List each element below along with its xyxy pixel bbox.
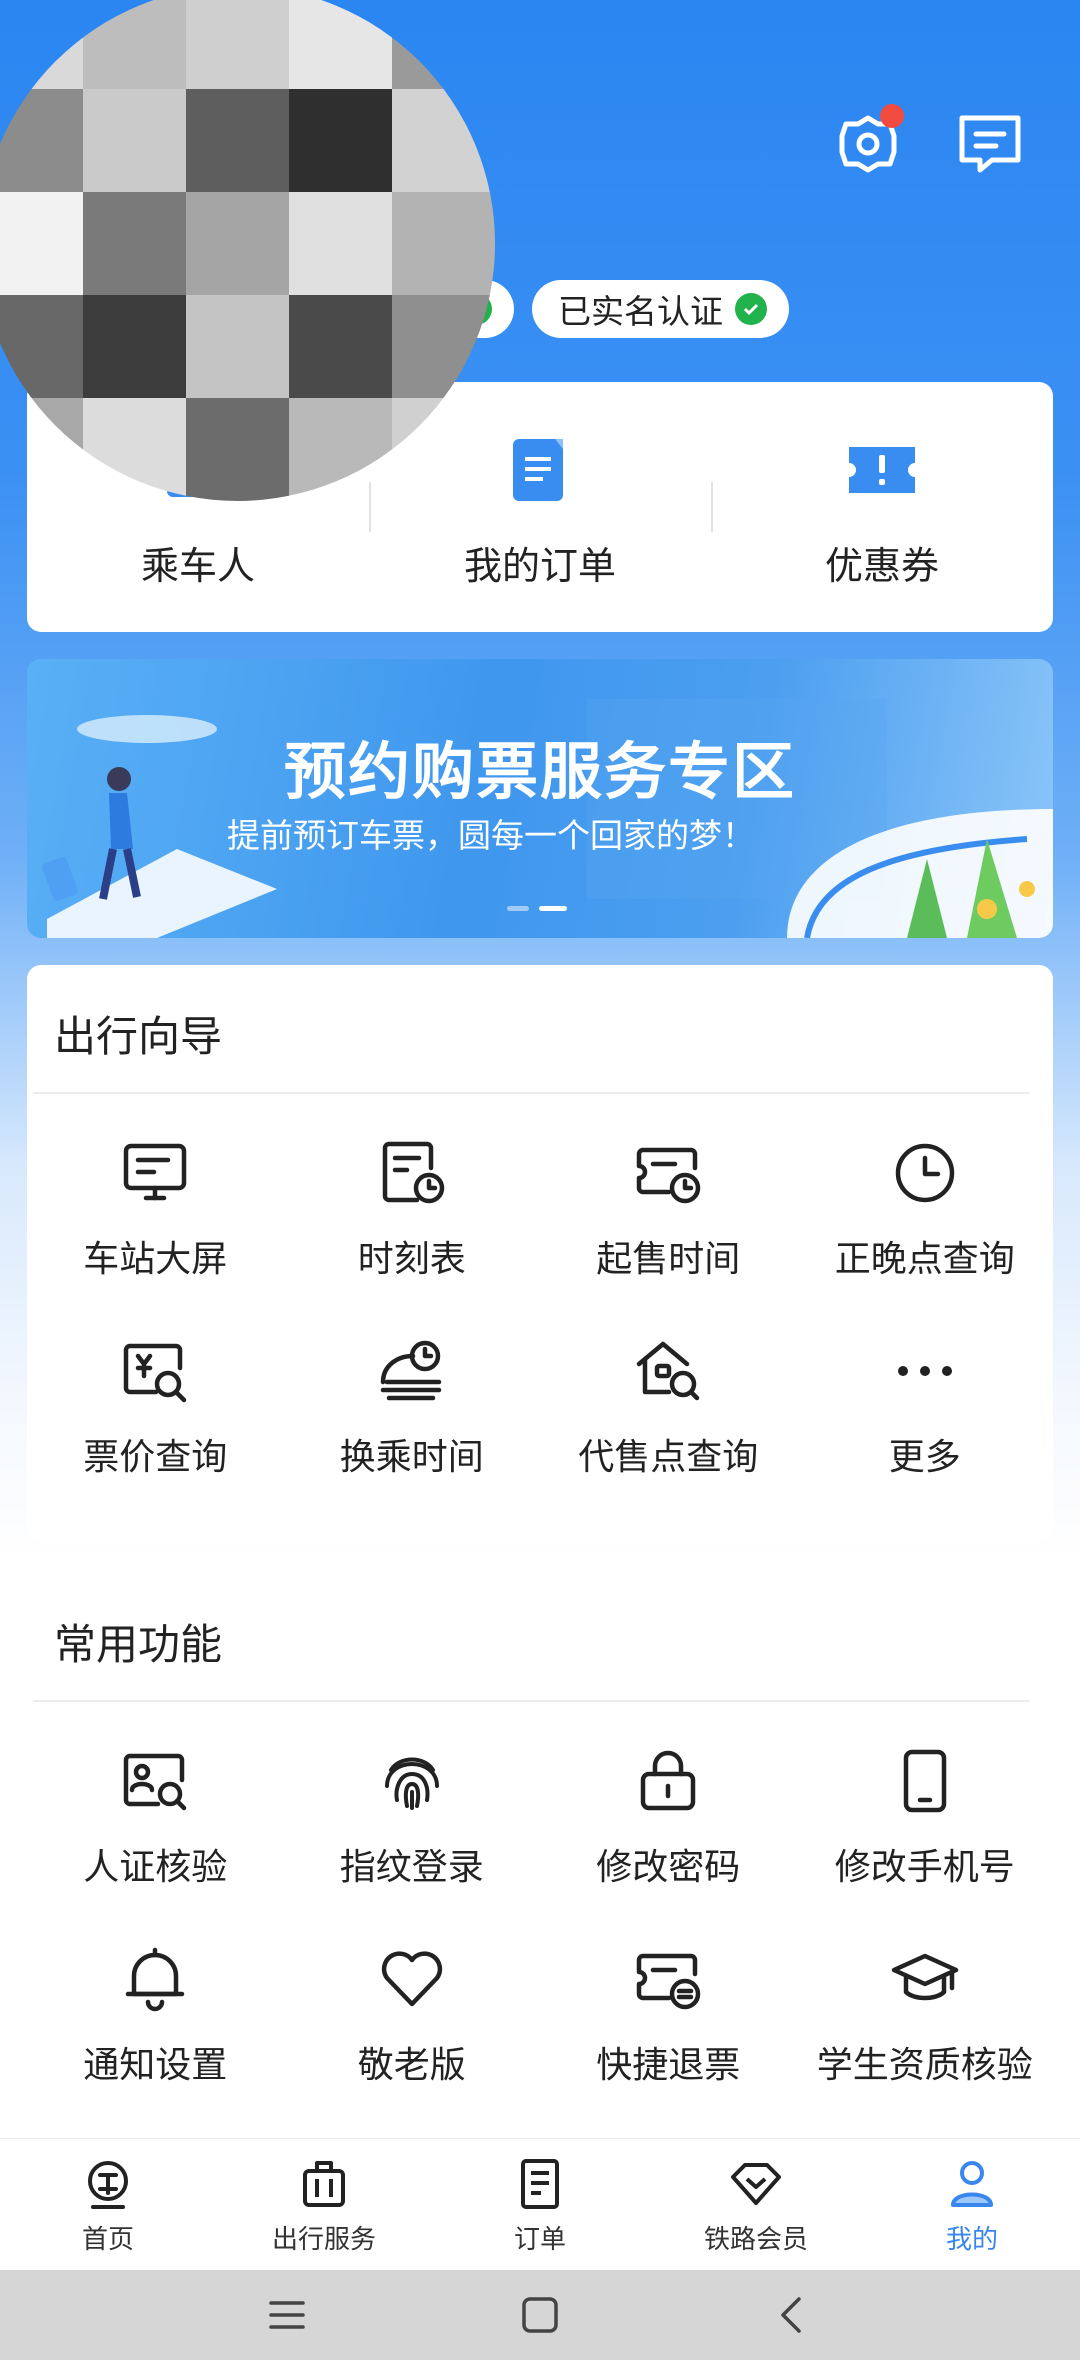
- tab-label: 铁路会员: [703, 2225, 808, 2255]
- grid-label: 修改密码: [596, 1847, 741, 1888]
- luggage-icon: [303, 2161, 345, 2207]
- grid-label: 换乘时间: [339, 1437, 484, 1478]
- grid-label: 起售时间: [596, 1239, 741, 1280]
- carousel-indicator: [507, 906, 567, 911]
- diamond-icon: [731, 2163, 781, 2205]
- tab-label: 我的: [945, 2225, 998, 2255]
- sale-time-icon: [637, 1147, 701, 1204]
- tab-label: 首页: [81, 2225, 134, 2255]
- coupon-icon: [849, 447, 915, 493]
- grid-label: 通知设置: [83, 2045, 228, 2086]
- system-navigation-bar: [0, 2270, 1080, 2360]
- common-functions-section: 常用功能 人证核验 指纹登录 修改密码 修改手机号 通知设置 敬老版 快捷退票 …: [27, 1573, 1053, 2153]
- id-verify-button[interactable]: 人证核验: [27, 1700, 284, 1898]
- order-icon: [521, 2159, 559, 2209]
- tab-travel-services[interactable]: 出行服务: [216, 2139, 432, 2270]
- tab-home[interactable]: 首页: [0, 2139, 216, 2270]
- grid-label: 车站大屏: [83, 1239, 228, 1280]
- more-icon: [897, 1366, 952, 1376]
- back-icon[interactable]: [771, 2293, 815, 2337]
- home-train-icon: [88, 2161, 128, 2209]
- heart-icon: [381, 1951, 442, 2007]
- message-icon[interactable]: [954, 108, 1026, 180]
- tab-mine[interactable]: 我的: [864, 2139, 1080, 2270]
- person-icon: [951, 2161, 993, 2207]
- elderly-mode-button[interactable]: 敬老版: [284, 1898, 541, 2096]
- home-square-icon[interactable]: [518, 2293, 562, 2337]
- order-doc-icon: [513, 439, 563, 501]
- station-screen-icon: [124, 1143, 187, 1201]
- quick-label: 优惠券: [824, 544, 939, 588]
- quick-label: 我的订单: [463, 544, 616, 588]
- clock-icon: [895, 1143, 954, 1203]
- refund-ticket-icon: [637, 1953, 701, 2010]
- tab-railway-membership[interactable]: 铁路会员: [648, 2139, 864, 2270]
- transfer-time-button[interactable]: 换乘时间: [284, 1290, 541, 1488]
- student-verify-button[interactable]: 学生资质核验: [797, 1898, 1054, 2096]
- punctuality-query-button[interactable]: 正晚点查询: [797, 1092, 1054, 1290]
- tab-orders[interactable]: 订单: [432, 2139, 648, 2270]
- change-phone-button[interactable]: 修改手机号: [797, 1700, 1054, 1898]
- grid-label: 代售点查询: [578, 1437, 759, 1478]
- graduation-cap-icon: [891, 1953, 958, 2001]
- timetable-icon: [382, 1141, 444, 1204]
- coupon-button[interactable]: 优惠券: [711, 431, 1053, 590]
- transfer-time-icon: [380, 1340, 441, 1401]
- station-screen-button[interactable]: 车站大屏: [27, 1092, 284, 1290]
- grid-label: 更多: [888, 1437, 961, 1478]
- fingerprint-login-button[interactable]: 指纹登录: [284, 1700, 541, 1898]
- notification-settings-button[interactable]: 通知设置: [27, 1898, 284, 2096]
- fare-search-icon: [124, 1343, 187, 1403]
- fingerprint-icon: [384, 1757, 439, 1810]
- agency-query-button[interactable]: 代售点查询: [540, 1290, 797, 1488]
- menu-icon[interactable]: [265, 2293, 309, 2337]
- bell-icon: [126, 1947, 185, 2012]
- tab-label: 出行服务: [271, 2225, 376, 2255]
- settings-icon[interactable]: [832, 104, 904, 180]
- phone-icon: [903, 1749, 946, 1813]
- grid-label: 票价查询: [83, 1437, 228, 1478]
- grid-label: 人证核验: [83, 1847, 228, 1888]
- my-orders-button[interactable]: 我的订单: [369, 431, 711, 590]
- id-verify-icon: [124, 1753, 187, 1811]
- check-icon: [735, 293, 767, 325]
- promo-banner[interactable]: 预约购票服务专区 提前预订车票，圆每一个回家的梦！: [27, 659, 1053, 938]
- banner-title: 预约购票服务专区: [283, 735, 796, 808]
- bottom-tab-bar: 首页 出行服务 订单 铁路会员 我的: [0, 2138, 1080, 2270]
- more-button[interactable]: 更多: [797, 1290, 1054, 1488]
- quick-label: 乘车人: [140, 544, 255, 588]
- grid-label: 正晚点查询: [834, 1239, 1015, 1280]
- grid-label: 修改手机号: [834, 1847, 1015, 1888]
- agency-search-icon: [637, 1341, 700, 1401]
- fare-query-button[interactable]: 票价查询: [27, 1290, 284, 1488]
- lock-icon: [641, 1750, 696, 1811]
- travel-guide-section: 出行向导 车站大屏 时刻表 起售时间 正晚点查询 票价查询 换乘时间 代售点查询…: [27, 965, 1053, 1540]
- real-name-verified-label: 已实名认证: [558, 292, 723, 331]
- notification-dot: [880, 104, 904, 128]
- grid-label: 时刻表: [357, 1239, 466, 1280]
- section-title: 出行向导: [54, 1012, 223, 1061]
- timetable-button[interactable]: 时刻表: [284, 1092, 541, 1290]
- banner-subtitle: 提前预订车票，圆每一个回家的梦！: [227, 816, 755, 855]
- section-title: 常用功能: [54, 1620, 223, 1669]
- grid-label: 指纹登录: [339, 1847, 484, 1888]
- grid-label: 快捷退票: [596, 2045, 741, 2086]
- tab-label: 订单: [513, 2225, 566, 2255]
- quick-refund-button[interactable]: 快捷退票: [540, 1898, 797, 2096]
- grid-label: 敬老版: [357, 2045, 466, 2086]
- grid-label: 学生资质核验: [816, 2045, 1033, 2086]
- sale-time-button[interactable]: 起售时间: [540, 1092, 797, 1290]
- real-name-verified-badge: 已实名认证: [532, 280, 789, 338]
- change-password-button[interactable]: 修改密码: [540, 1700, 797, 1898]
